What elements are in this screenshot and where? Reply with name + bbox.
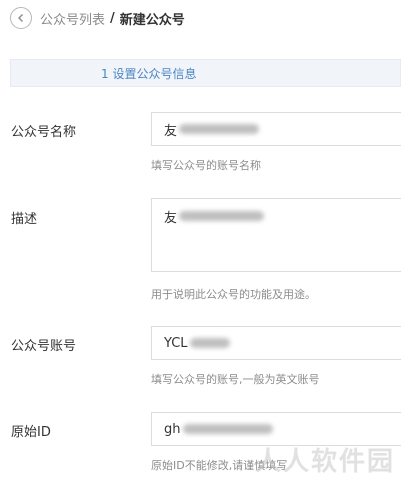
- name-value: 友: [164, 123, 178, 139]
- original-id-value: gh: [164, 421, 181, 437]
- watermark: 人人软件园: [254, 447, 395, 477]
- step-bar: 1 设置公众号信息: [10, 59, 401, 87]
- description-hint: 用于说明此公众号的功能及用途。: [151, 288, 316, 301]
- name-hint: 填写公众号的账号名称: [151, 159, 261, 172]
- name-label: 公众号名称: [11, 125, 77, 140]
- chevron-left-icon: [18, 14, 23, 22]
- breadcrumb: 公众号列表 / 新建公众号: [10, 6, 185, 30]
- description-value: 友: [164, 211, 178, 226]
- breadcrumb-separator: /: [110, 10, 115, 26]
- account-input[interactable]: YCL: [151, 326, 401, 360]
- step-label: 1 设置公众号信息: [101, 66, 197, 81]
- redacted-text: [189, 338, 230, 348]
- account-hint: 填写公众号的账号,一般为英文账号: [151, 373, 320, 386]
- account-value: YCL: [164, 335, 188, 351]
- redacted-text: [182, 424, 273, 434]
- description-label: 描述: [11, 212, 38, 227]
- original-id-label: 原始ID: [11, 425, 51, 440]
- back-button[interactable]: [10, 7, 32, 29]
- redacted-text: [179, 124, 260, 134]
- description-textarea[interactable]: 友: [151, 198, 401, 272]
- name-input[interactable]: 友: [151, 112, 401, 146]
- redacted-text: [179, 211, 265, 221]
- account-label: 公众号账号: [11, 339, 77, 354]
- breadcrumb-current: 新建公众号: [119, 12, 185, 28]
- breadcrumb-parent-link[interactable]: 公众号列表: [40, 9, 105, 28]
